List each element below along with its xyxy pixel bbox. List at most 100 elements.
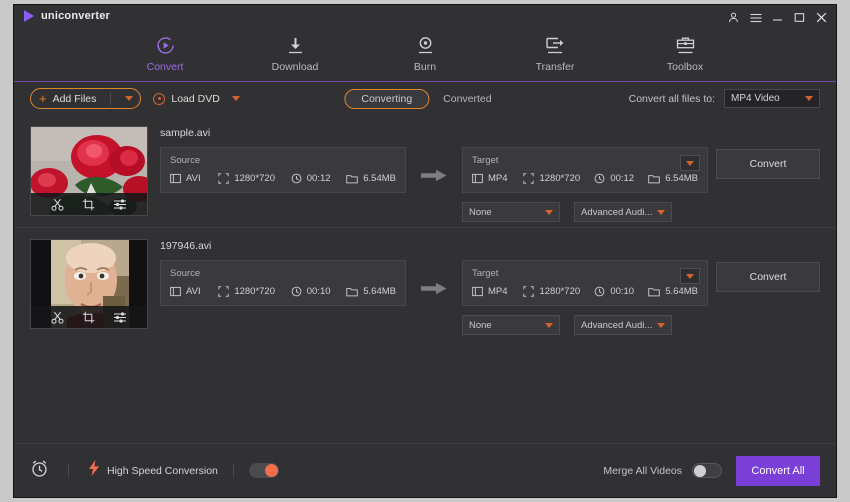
effect-icon[interactable] [113,198,127,211]
target-header: Target [472,268,499,279]
convert-button[interactable]: Convert [716,149,820,179]
bottom-left-group: High Speed Conversion [30,459,279,483]
chevron-down-icon [657,322,665,328]
target-info: Target MP4 1280*720 [462,147,708,193]
app-logo-icon [24,10,34,22]
alarm-clock-icon[interactable] [30,459,49,483]
subtitle-select[interactable]: None [462,315,560,335]
extra-options: None Advanced Audi... [462,315,708,335]
audio-value: Advanced Audi... [581,206,653,218]
chevron-down-icon [545,209,553,215]
trim-icon[interactable] [51,311,64,324]
conversion-arrow [406,147,462,182]
resolution-icon [218,286,230,297]
film-icon [170,173,181,184]
target-format: MP4 [472,173,508,184]
divider [68,464,69,477]
nav-item-toolbox[interactable]: Toolbox [648,34,722,73]
crop-icon[interactable] [82,311,95,324]
divider [232,464,234,477]
effect-icon[interactable] [113,311,127,324]
audio-select[interactable]: Advanced Audi... [574,202,672,222]
load-dvd-label: Load DVD [171,92,220,105]
nav-label-toolbox: Toolbox [666,61,704,73]
source-info: Source AVI 1280*720 [160,147,406,193]
nav-item-burn[interactable]: Burn [388,34,462,73]
source-format: AVI [170,286,201,297]
target-format-dropdown[interactable] [680,268,700,284]
add-files-button[interactable]: + Add Files [30,88,142,109]
clock-icon [594,286,605,297]
menu-icon[interactable] [749,11,762,24]
table-row: 197946.avi Source AVI 1280*720 00:10 5.6… [14,227,836,339]
nav-item-convert[interactable]: Convert [128,34,202,73]
folder-icon [648,288,661,297]
tab-converted[interactable]: Converted [429,89,505,109]
table-row: sample.avi Source AVI 1280*720 00:12 6.5… [14,115,836,227]
folder-icon [648,175,661,184]
nav-item-transfer[interactable]: Transfer [518,34,592,73]
source-format: AVI [170,173,201,184]
tab-converting[interactable]: Converting [344,88,430,109]
output-format-select[interactable]: MP4 Video [724,89,820,108]
convert-all-button[interactable]: Convert All [736,455,820,486]
subtitle-value: None [469,319,492,331]
chevron-down-icon[interactable] [231,96,240,101]
resolution-icon [523,286,535,297]
source-info: Source AVI 1280*720 [160,260,406,306]
convert-all-to-label: Convert all files to: [628,92,715,105]
target-header: Target [472,155,499,166]
high-speed-conversion-group: High Speed Conversion [88,460,279,481]
target-size: 5.64MB [648,286,698,297]
divider [110,92,112,105]
subtitle-select[interactable]: None [462,202,560,222]
load-dvd-button[interactable]: Load DVD [153,92,240,105]
source-duration: 00:10 [291,286,331,297]
bottom-bar: High Speed Conversion Merge All Videos C… [14,443,836,497]
video-thumbnail[interactable] [30,239,148,329]
convert-all-to-group: Convert all files to: MP4 Video [629,89,820,108]
toolbox-icon [674,34,697,56]
source-size: 5.64MB [346,286,396,297]
folder-icon [346,175,359,184]
convert-button[interactable]: Convert [716,262,820,292]
resolution-icon [523,173,535,184]
status-tabs: Converting Converted [344,88,505,109]
app-window: uniconverter Convert Download Burn Trans… [14,5,836,497]
bottom-right-group: Merge All Videos Convert All [603,455,820,486]
extra-options: None Advanced Audi... [462,202,708,222]
film-icon [472,173,483,184]
download-icon [285,34,306,56]
nav-label-transfer: Transfer [535,61,575,73]
trim-icon[interactable] [51,198,64,211]
nav-item-download[interactable]: Download [258,34,332,73]
file-name: 197946.avi [160,240,212,252]
film-icon [170,286,181,297]
lightning-bolt-icon [88,460,100,481]
plus-icon: + [39,91,47,106]
close-icon[interactable] [815,11,828,24]
clock-icon [594,173,605,184]
source-duration: 00:12 [291,173,331,184]
chevron-down-icon [686,160,694,166]
source-header: Source [170,268,201,279]
clock-icon [291,173,302,184]
film-icon [472,286,483,297]
target-duration: 00:10 [594,286,634,297]
target-duration: 00:12 [594,173,634,184]
merge-toggle[interactable] [692,463,722,478]
app-brand: uniconverter [24,10,110,22]
maximize-icon[interactable] [793,11,806,24]
chevron-down-icon [686,273,694,279]
target-format-dropdown[interactable] [680,155,700,171]
video-thumbnail[interactable] [30,126,148,216]
merge-all-videos-group: Merge All Videos [603,463,722,478]
high-speed-toggle[interactable] [248,463,279,478]
chevron-down-icon [545,322,553,328]
minimize-icon[interactable] [771,11,784,24]
audio-select[interactable]: Advanced Audi... [574,315,672,335]
crop-icon[interactable] [82,198,95,211]
main-nav: Convert Download Burn Transfer Toolbox [14,30,836,82]
account-icon[interactable] [727,11,740,24]
chevron-down-icon[interactable] [125,96,134,101]
